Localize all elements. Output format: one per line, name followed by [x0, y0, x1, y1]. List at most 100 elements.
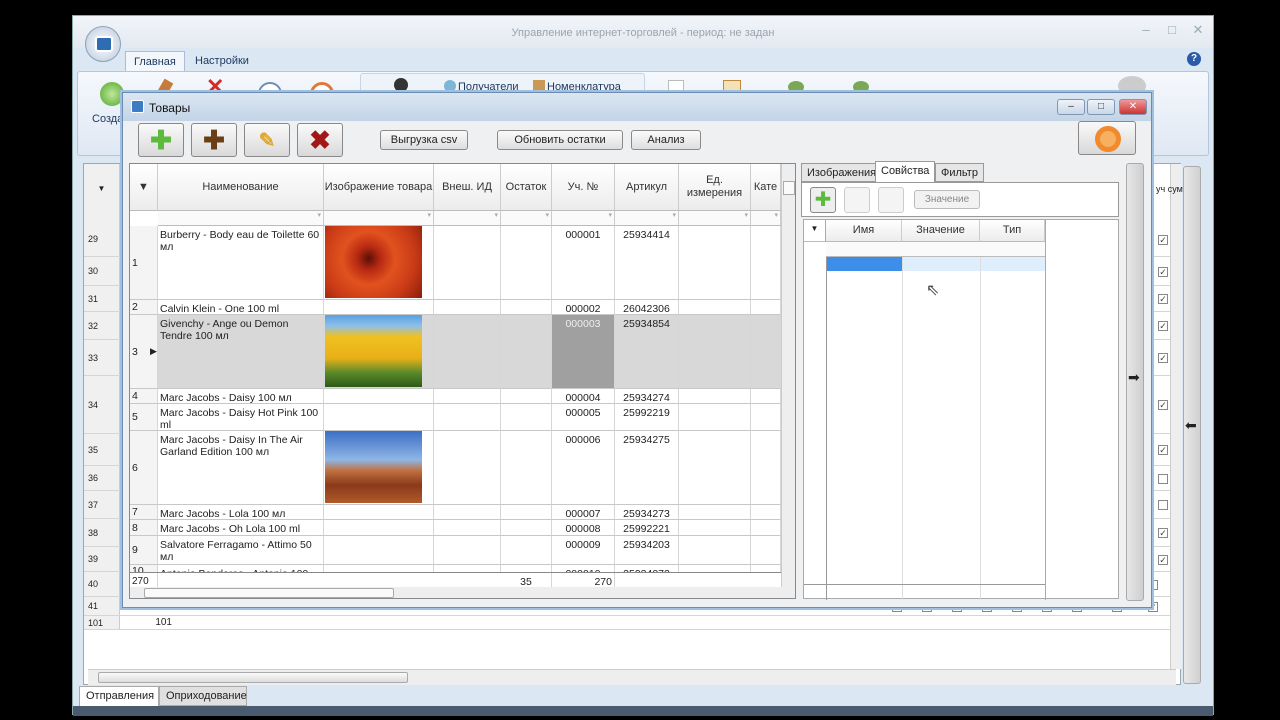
table-row[interactable]: 5 Marc Jacobs - Daisy Hot Pink 100 ml 0000… [130, 404, 781, 431]
article: 25992219 [615, 404, 679, 431]
table-row[interactable]: 8 Marc Jacobs - Oh Lola 100 ml 000008 25992… [130, 520, 781, 536]
account-number: 000009 [552, 536, 615, 565]
tab-images[interactable]: Изображения [801, 163, 883, 182]
refresh-stock-button[interactable]: Обновить остатки [497, 130, 623, 150]
tab-settings[interactable]: Настройки [187, 51, 257, 72]
column-header-type[interactable]: Тип [980, 220, 1045, 242]
property-button-2[interactable] [844, 187, 870, 213]
table-row[interactable]: 7 Marc Jacobs - Lola 100 мл 000007 25934273 [130, 505, 781, 520]
table-row[interactable]: 6 Marc Jacobs - Daisy In The Air Garland … [130, 431, 781, 505]
table-row[interactable]: 4 Marc Jacobs - Daisy 100 мл 000004 2593427… [130, 389, 781, 404]
grid-menu-icon[interactable]: ▼ [804, 220, 826, 242]
table-row[interactable]: 1 Burberry - Body eau de Toilette 60 мл 00… [130, 226, 781, 300]
minimize-button[interactable]: – [1135, 22, 1157, 38]
column-header-value[interactable]: Значение [902, 220, 980, 242]
scroll-thumb[interactable] [98, 672, 408, 683]
vertical-scrollbar[interactable] [1170, 164, 1182, 669]
column-filter[interactable]: ▾ [751, 211, 781, 226]
tab-shipments[interactable]: Отправления [79, 686, 159, 706]
tab-receipts[interactable]: Оприходование [159, 686, 247, 706]
new-row[interactable] [902, 257, 1045, 271]
checkbox[interactable]: ✓ [1158, 528, 1168, 538]
add-property-button[interactable]: ✚ [810, 187, 836, 213]
row-number: 1 [130, 226, 158, 300]
column-filter[interactable]: ▾ [615, 211, 679, 226]
analysis-button[interactable]: Анализ [631, 130, 701, 150]
unit [679, 226, 751, 300]
dialog-title-bar[interactable]: Товары – □ ✕ [123, 93, 1151, 121]
scroll-thumb[interactable] [144, 588, 394, 598]
delete-button[interactable]: ✖ [297, 123, 343, 157]
maximize-button[interactable]: □ [1161, 22, 1183, 38]
export-csv-button[interactable]: Выгрузка csv [380, 130, 468, 150]
column-header-name[interactable]: Имя [826, 220, 902, 242]
column-header[interactable]: Наименование [158, 164, 324, 211]
row-number: 39 [84, 547, 120, 571]
filter-row[interactable] [826, 242, 1045, 257]
checkbox[interactable]: ✓ [1158, 554, 1168, 565]
scroll-thumb[interactable] [783, 181, 795, 195]
checkbox[interactable] [1158, 473, 1168, 484]
user-icon[interactable] [394, 78, 408, 92]
tab-main[interactable]: Главная [125, 51, 185, 72]
tab-properties[interactable]: Совйства [875, 161, 936, 182]
stock [501, 520, 552, 536]
grid-menu-icon[interactable]: ▼ [130, 164, 158, 211]
add-button[interactable]: ✚ [138, 123, 184, 157]
dialog-minimize-button[interactable]: – [1057, 99, 1085, 115]
column-filter[interactable]: ▾ [552, 211, 615, 226]
sync-button[interactable] [1078, 121, 1136, 155]
create-icon[interactable] [100, 82, 124, 106]
checkbox[interactable]: ✓ [1158, 234, 1168, 245]
tab-filter[interactable]: Фильтр [935, 163, 984, 182]
grid-menu-icon[interactable]: ▼ [84, 164, 120, 222]
column-header[interactable]: Артикул [615, 164, 679, 211]
selected-cell[interactable] [826, 257, 902, 271]
property-button-3[interactable] [878, 187, 904, 213]
horizontal-scrollbar[interactable] [130, 587, 795, 598]
column-filter[interactable]: ▾ [434, 211, 501, 226]
checkbox[interactable]: ✓ [1158, 294, 1168, 304]
column-header[interactable]: Изображение товара [324, 164, 434, 211]
value-button[interactable]: Значение [914, 190, 980, 209]
table-row[interactable]: 3 ▶ Givenchy - Ange ou Demon Tendre 100 мл… [130, 315, 781, 389]
dialog-title: Товары [149, 101, 191, 115]
dialog-maximize-button[interactable]: □ [1087, 99, 1115, 115]
checkbox[interactable] [1158, 500, 1168, 510]
row-number: 31 [84, 286, 120, 311]
table-row[interactable]: 9 Salvatore Ferragamo - Attimo 50 мл 00000… [130, 536, 781, 565]
category [751, 505, 781, 520]
checkbox[interactable]: ✓ [1158, 400, 1168, 410]
collapse-right-panel-button[interactable]: ➡ [1126, 163, 1144, 601]
add-copy-button[interactable]: ✚ [191, 123, 237, 157]
column-filter[interactable]: ▾ [679, 211, 751, 226]
column-filter[interactable]: ▾ [324, 211, 434, 226]
close-button[interactable]: ✕ [1187, 22, 1209, 38]
column-header[interactable]: Внеш. ИД [434, 164, 501, 211]
product-name: Marc Jacobs - Lola 100 мл [158, 505, 324, 520]
checkbox[interactable]: ✓ [1158, 353, 1168, 363]
column-header[interactable]: Кате [751, 164, 781, 211]
help-icon[interactable]: ? [1187, 52, 1201, 66]
column-divider [980, 257, 981, 600]
column-filter[interactable]: ▾ [501, 211, 552, 226]
collapse-panel-button[interactable]: ⬅ [1183, 166, 1201, 684]
dialog-close-button[interactable]: ✕ [1119, 99, 1147, 115]
column-header[interactable]: Ед. измерения [679, 164, 751, 211]
column-filter[interactable]: ▾ [158, 211, 324, 226]
vertical-scrollbar[interactable] [781, 164, 795, 587]
edit-button[interactable]: ✎ [244, 123, 290, 157]
horizontal-scrollbar[interactable] [88, 669, 1176, 685]
column-header[interactable]: Остаток [501, 164, 552, 211]
table-row[interactable]: 2 Calvin Klein - One 100 ml 000002 26042306 [130, 300, 781, 315]
account-number: 000008 [552, 520, 615, 536]
account-number: 000002 [552, 300, 615, 315]
create-label[interactable]: Созда [92, 113, 123, 125]
checkbox[interactable]: ✓ [1158, 321, 1168, 331]
column-header[interactable]: Уч. № [552, 164, 615, 211]
checkbox[interactable]: ✓ [1158, 445, 1168, 455]
article: 25934414 [615, 226, 679, 300]
checkbox[interactable]: ✓ [1158, 266, 1168, 277]
product-image-cell [324, 389, 434, 404]
category [751, 431, 781, 505]
